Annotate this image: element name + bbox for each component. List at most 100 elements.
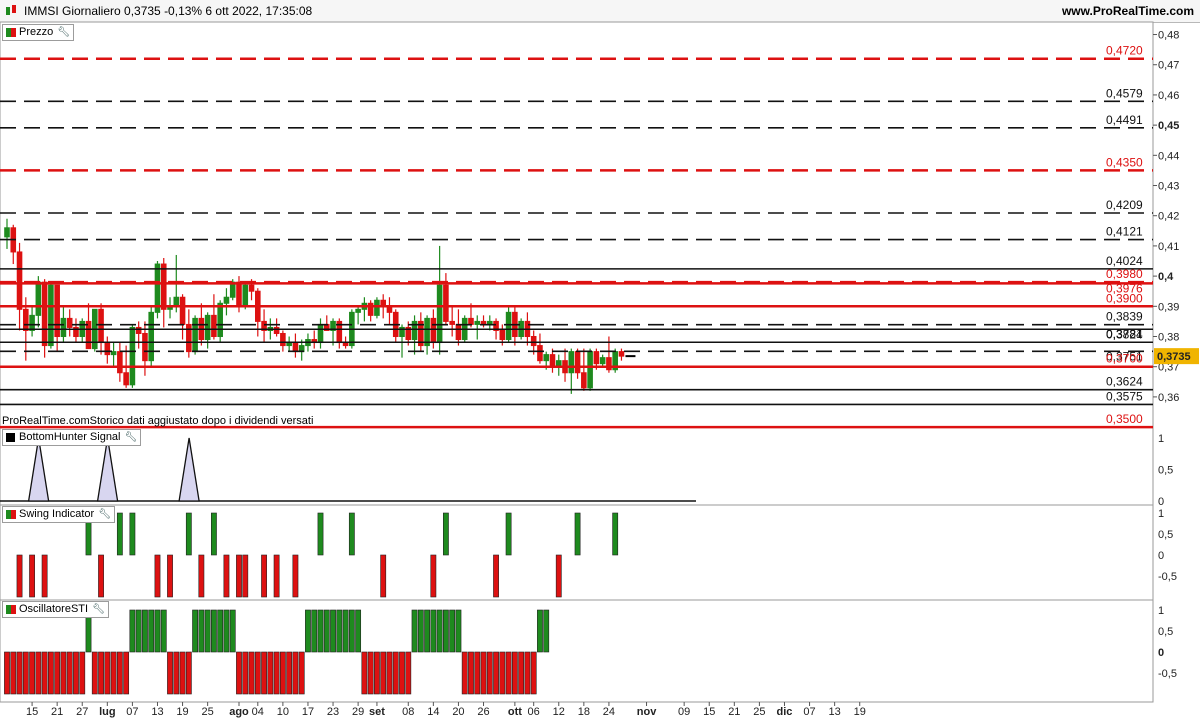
sti-bar (198, 609, 205, 653)
sti-bar (442, 609, 449, 653)
candle-body (29, 314, 35, 331)
sti-bar (323, 609, 330, 653)
candle-body (581, 372, 587, 389)
sti-bar (267, 651, 274, 695)
sti-bar (173, 651, 180, 695)
candle-body (317, 323, 324, 344)
x-tick-label: 13 (151, 706, 163, 718)
sti-bar (374, 651, 380, 695)
candle-body (23, 308, 29, 331)
sti-panel-label[interactable]: OscillatoreSTI 🔧︎ (2, 601, 109, 618)
price-panel-title: Prezzo (19, 26, 54, 38)
sti-bar (543, 609, 550, 653)
sti-bar (392, 651, 399, 695)
swing-bar (16, 554, 23, 598)
x-tick-label: 07 (126, 706, 138, 718)
swing-panel-label[interactable]: Swing Indicator 🔧︎ (2, 506, 115, 523)
candle-body (104, 342, 111, 356)
sti-bar (518, 651, 525, 695)
sti-bar (217, 609, 224, 653)
x-tick-label: nov (637, 706, 657, 718)
chart-canvas[interactable]: 0,47200,45790,44910,43500,42090,41210,40… (0, 0, 1200, 720)
y-tick-label: 0,44 (1158, 150, 1179, 162)
candle-body (543, 354, 550, 362)
sti-bar (417, 609, 424, 653)
sti-bar (185, 651, 192, 695)
wrench-icon[interactable]: 🔧︎ (92, 602, 105, 617)
price-level-label: 0,4024 (1106, 254, 1143, 268)
bh-y-tick-label: 1 (1158, 433, 1164, 445)
candle-body (192, 317, 198, 353)
candle-body (530, 336, 537, 347)
x-tick-label: 25 (753, 706, 765, 718)
bh-y-tick-label: 0,5 (1158, 465, 1173, 477)
sti-bar (292, 651, 299, 695)
sti-bar (73, 651, 79, 695)
sti-bar (367, 651, 374, 695)
x-tick-label: lug (99, 706, 116, 718)
x-tick-label: 10 (277, 706, 289, 718)
price-level-label: 0,3781 (1106, 327, 1143, 341)
wrench-icon[interactable]: 🔧︎ (125, 430, 138, 445)
sti-bar (286, 651, 293, 695)
sti-bar (537, 609, 543, 653)
swing-y-tick-label: 0 (1158, 550, 1164, 562)
wrench-icon[interactable]: 🔧︎ (98, 507, 111, 522)
x-tick-label: ago (229, 706, 249, 718)
candle-body (468, 317, 474, 325)
sti-bar (430, 609, 437, 653)
candle-body (568, 351, 575, 374)
bottomhunter-panel-label[interactable]: BottomHunter Signal 🔧︎ (2, 429, 142, 446)
swing-y-tick-label: -0,5 (1158, 571, 1177, 583)
candle-body (443, 284, 449, 322)
candle-body (505, 311, 512, 341)
sti-bar (342, 609, 349, 653)
candle-body (474, 320, 481, 325)
sti-bar (474, 651, 481, 695)
candle-body (217, 302, 223, 338)
candle-body (292, 342, 299, 353)
price-panel-label[interactable]: Prezzo 🔧︎ (2, 24, 74, 41)
sti-bar (167, 651, 173, 695)
sti-bar (236, 651, 242, 695)
sti-bar (405, 651, 412, 695)
sti-panel-title: OscillatoreSTI (19, 603, 89, 615)
y-tick-label: 0,38 (1158, 332, 1179, 344)
swing-bar (505, 512, 512, 556)
candle-body (142, 332, 148, 362)
candle-body (355, 308, 361, 313)
x-tick-label: 27 (76, 706, 88, 718)
y-tick-label: 0,42 (1158, 211, 1179, 223)
sti-bar (436, 609, 443, 653)
x-tick-label: 19 (854, 706, 866, 718)
sti-bar (530, 651, 537, 695)
sti-bar (91, 651, 98, 695)
swing-bar (167, 554, 173, 598)
price-level-label: 0,4491 (1106, 113, 1143, 127)
wrench-icon[interactable]: 🔧︎ (57, 25, 70, 40)
swing-bar (430, 554, 437, 598)
sti-bar (47, 651, 54, 695)
candle-body (599, 357, 606, 365)
candle-body (449, 320, 455, 325)
y-tick-label: 0,4 (1158, 271, 1174, 283)
x-tick-label: 07 (803, 706, 815, 718)
sti-bar (22, 651, 29, 695)
sti-bar (179, 651, 186, 695)
candle-body (4, 227, 10, 238)
swing-bar (29, 554, 35, 598)
price-level-label: 0,3575 (1106, 389, 1143, 403)
bottomhunter-panel-title: BottomHunter Signal (19, 431, 121, 443)
price-level-label: 0,3624 (1106, 375, 1143, 389)
swing-bar (348, 512, 355, 556)
sti-bar (461, 651, 468, 695)
candle-body (179, 296, 186, 325)
sti-bar (336, 609, 343, 653)
sti-y-tick-label: 0,5 (1158, 626, 1173, 638)
candle-body (204, 314, 211, 341)
candle-body (60, 317, 67, 338)
swing-bar (292, 554, 299, 598)
candle-body (436, 284, 443, 344)
swing-bar (261, 554, 267, 598)
price-level-label: 0,4209 (1106, 198, 1143, 212)
